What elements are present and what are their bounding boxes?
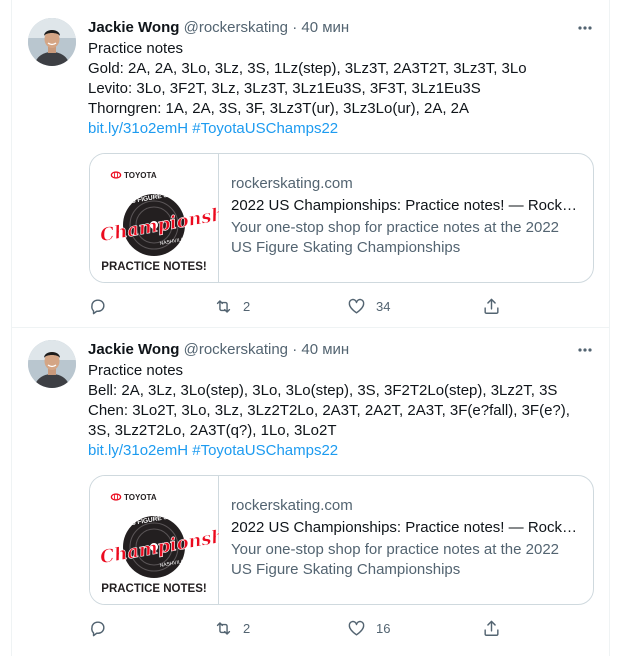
meta-separator: · <box>292 341 298 358</box>
svg-text:TOYOTA: TOYOTA <box>124 171 157 180</box>
author-handle[interactable]: @rockerskating <box>184 341 288 358</box>
like-button[interactable]: 34 <box>347 296 390 316</box>
avatar-photo <box>28 340 76 388</box>
retweet-icon <box>216 621 231 635</box>
reply-button[interactable] <box>88 618 117 638</box>
tweet-lines: Practice notes Gold: 2A, 2A, 3Lo, 3Lz, 3S… <box>88 39 593 119</box>
svg-text:2022: 2022 <box>182 556 194 564</box>
practice-notes-logo: TOYOTA US FIGURE SKATING Championships N… <box>98 171 255 273</box>
retweet-count: 2 <box>243 620 251 636</box>
share-button[interactable] <box>482 618 501 638</box>
retweet-count: 2 <box>243 298 251 314</box>
card-thumbnail: TOYOTA US FIGURE SKATING Championships N… <box>90 154 255 282</box>
retweet-icon <box>216 299 231 313</box>
card-title: 2022 US Championships: Practice notes! —… <box>231 519 577 536</box>
tweet-url-link[interactable]: bit.ly/31o2emH <box>88 442 188 459</box>
tweet-lines: Practice notes Bell: 2A, 3Lz, 3Lo(step), … <box>88 361 593 441</box>
avatar[interactable] <box>28 18 76 66</box>
heart-icon <box>348 298 365 314</box>
card-description: Your one-stop shop for practice notes at… <box>231 219 560 256</box>
tweet-header: Jackie Wong @rockerskating · 40 мин <box>88 339 349 361</box>
author-name[interactable]: Jackie Wong <box>88 341 179 358</box>
tweet-url-link[interactable]: bit.ly/31o2emH <box>88 120 188 137</box>
card-text: rockerskating.com 2022 US Championships:… <box>231 496 583 580</box>
tweet-line: Practice notes <box>88 362 184 379</box>
meta-separator: · <box>292 19 298 36</box>
reply-button[interactable] <box>88 296 117 316</box>
svg-text:PRACTICE NOTES!: PRACTICE NOTES! <box>101 261 206 273</box>
link-preview-card[interactable]: TOYOTA US FIGURE SKATING Championships N… <box>89 153 594 283</box>
svg-text:2022: 2022 <box>182 234 194 242</box>
tweet-links: bit.ly/31o2emH #ToyotaUSChamps22 <box>88 119 593 139</box>
card-thumbnail: TOYOTA US FIGURE SKATING Championships N… <box>90 476 255 604</box>
author-handle[interactable]: @rockerskating <box>184 19 288 36</box>
card-domain: rockerskating.com <box>231 497 353 514</box>
tweet-timestamp[interactable]: 40 мин <box>301 19 349 36</box>
practice-notes-logo: TOYOTA US FIGURE SKATING Championships N… <box>98 493 255 595</box>
more-options-icon[interactable] <box>574 341 596 359</box>
timeline: Jackie Wong @rockerskating · 40 мин Prac… <box>11 0 610 656</box>
like-count: 16 <box>376 620 391 636</box>
tweet-line: Gold: 2A, 2A, 3Lo, 3Lz, 3S, 1Lz(step), 3… <box>88 60 527 77</box>
tweet-line: Thorngren: 1A, 2A, 3S, 3F, 3Lz3T(ur), 3L… <box>88 100 470 117</box>
svg-text:PRACTICE NOTES!: PRACTICE NOTES! <box>101 583 206 595</box>
like-button[interactable]: 16 <box>347 618 390 638</box>
reply-icon <box>91 620 105 636</box>
tweet-text: Practice notes Bell: 2A, 3Lz, 3Lo(step), … <box>88 361 593 461</box>
action-bar: 2 34 <box>88 296 518 316</box>
tweet-line: Chen: 3Lo2T, 3Lo, 3Lz, 3Lz2T2Lo, 2A3T, 2… <box>88 402 570 439</box>
tweet-line: Levito: 3Lo, 3F2T, 3Lz, 3Lz3T, 3Lz1Eu3S,… <box>88 80 481 97</box>
hashtag-link[interactable]: #ToyotaUSChamps22 <box>192 120 338 137</box>
svg-text:TOYOTA: TOYOTA <box>124 493 157 502</box>
tweet-text: Practice notes Gold: 2A, 2A, 3Lo, 3Lz, 3S… <box>88 39 593 139</box>
card-description: Your one-stop shop for practice notes at… <box>231 541 560 578</box>
reply-icon <box>91 298 105 314</box>
share-button[interactable] <box>482 296 501 316</box>
more-options-icon[interactable] <box>574 19 596 37</box>
card-title: 2022 US Championships: Practice notes! —… <box>231 197 577 214</box>
retweet-button[interactable]: 2 <box>214 618 250 638</box>
share-icon <box>484 298 499 314</box>
tweet-line: Bell: 2A, 3Lz, 3Lo(step), 3Lo, 3Lo(step)… <box>88 382 558 399</box>
tweet[interactable]: Jackie Wong @rockerskating · 40 мин Prac… <box>12 328 609 650</box>
avatar[interactable] <box>28 340 76 388</box>
tweet-header: Jackie Wong @rockerskating · 40 мин <box>88 17 349 39</box>
like-count: 34 <box>376 298 391 314</box>
heart-icon <box>348 620 365 636</box>
action-bar: 2 16 <box>88 618 518 638</box>
tweet-line: Practice notes <box>88 40 184 57</box>
retweet-button[interactable]: 2 <box>214 296 250 316</box>
card-domain: rockerskating.com <box>231 175 353 192</box>
hashtag-link[interactable]: #ToyotaUSChamps22 <box>192 442 338 459</box>
author-name[interactable]: Jackie Wong <box>88 19 179 36</box>
card-text: rockerskating.com 2022 US Championships:… <box>231 174 583 258</box>
link-preview-card[interactable]: TOYOTA US FIGURE SKATING Championships N… <box>89 475 594 605</box>
avatar-photo <box>28 18 76 66</box>
tweet[interactable]: Jackie Wong @rockerskating · 40 мин Prac… <box>12 6 609 328</box>
tweet-links: bit.ly/31o2emH #ToyotaUSChamps22 <box>88 441 593 461</box>
share-icon <box>484 620 499 636</box>
tweet-timestamp[interactable]: 40 мин <box>301 341 349 358</box>
